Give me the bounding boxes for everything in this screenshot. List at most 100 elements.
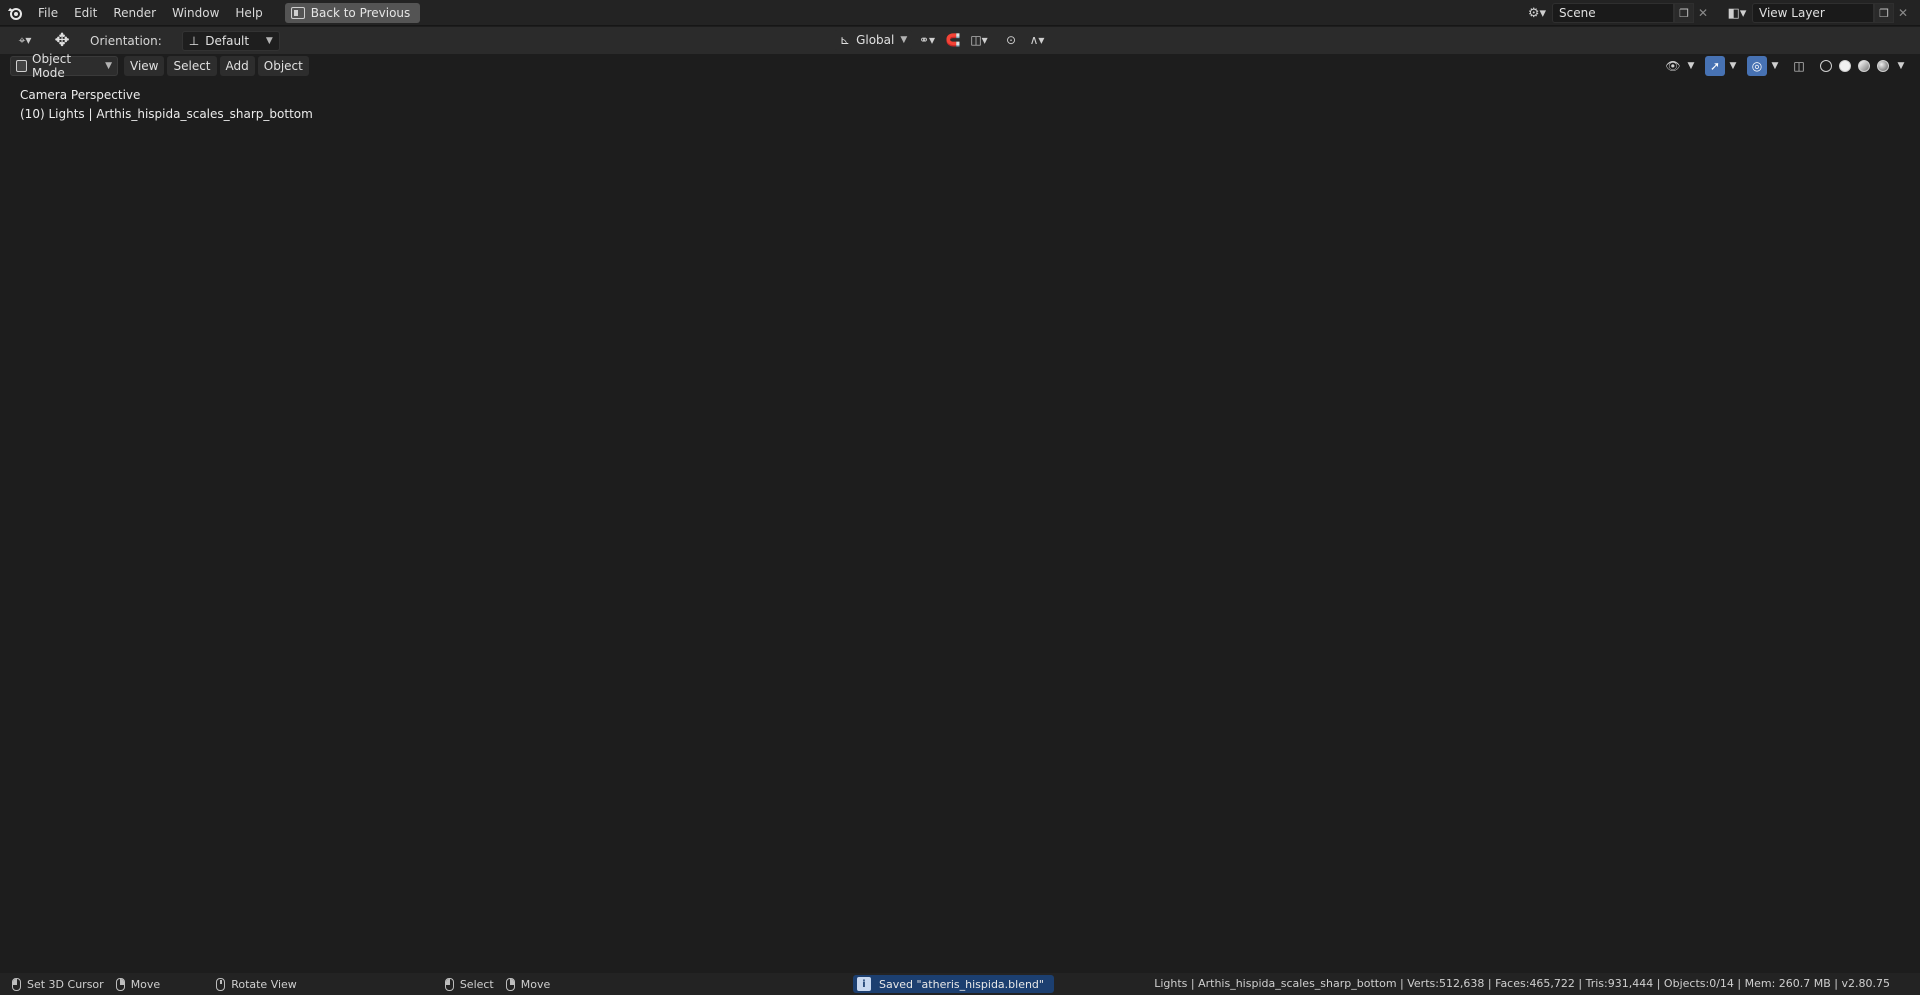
menu-file[interactable]: File (30, 0, 66, 26)
saved-message: Saved "atheris_hispida.blend" (879, 977, 1044, 991)
view-layer-icon[interactable]: ◧▾ (1722, 3, 1752, 23)
blurred-body (0, 382, 882, 941)
overlays-toggle-icon[interactable]: ◎ (1747, 56, 1767, 76)
orientation-label: Orientation: (90, 33, 162, 48)
falloff-icon[interactable]: ∧▾ (1026, 30, 1048, 50)
snap-target-icon[interactable]: ◫▾ (968, 30, 990, 50)
object-mode-dropdown[interactable]: Object Mode ▼ (10, 52, 118, 80)
toolbar-expand-icon[interactable] (5, 95, 11, 105)
viewport-menu-add[interactable]: Add (219, 56, 255, 76)
scene-name-field[interactable]: Scene (1552, 3, 1674, 23)
scene-icon[interactable]: ⚙▾ (1522, 3, 1552, 23)
3d-cursor[interactable] (969, 434, 997, 462)
chevron-down-icon[interactable]: ▼ (1727, 56, 1739, 76)
delete-scene-icon[interactable]: ✕ (1694, 3, 1712, 23)
solid-shading-icon[interactable] (1836, 56, 1854, 76)
x-axis-line-right (1489, 83, 1920, 367)
viewport-display-controls: 👁 ▼ ➚ ▼ ◎ ▼ ◫ ▼ (1663, 56, 1908, 76)
view-layer-selector: ◧▾ View Layer ❐ ✕ (1722, 3, 1912, 23)
viewport-info: Camera Perspective (10) Lights | Arthis_… (20, 86, 313, 124)
light-gizmo[interactable] (898, 354, 1341, 765)
chevron-down-icon[interactable]: ▼ (1685, 56, 1697, 76)
transform-tools: ⊾ Global ▼ ⚭▾ 🧲 ◫▾ ⊙ ∧▾ (834, 30, 1048, 50)
editor-type-icon[interactable]: ⌖▾ (10, 31, 40, 51)
perspective-label: Camera Perspective (20, 88, 141, 102)
info-icon: i (857, 977, 871, 991)
blender-logo-icon[interactable] (0, 0, 30, 26)
scene-statistics: Lights | Arthis_hispida_scales_sharp_bot… (1154, 977, 1890, 990)
mouse-left-icon (12, 977, 21, 991)
hint-select: Select (444, 977, 494, 991)
delete-view-layer-icon[interactable]: ✕ (1894, 3, 1912, 23)
object-origin (1326, 496, 1332, 502)
pivot-point-icon[interactable]: ⚭▾ (916, 30, 938, 50)
floor-grid (0, 73, 1920, 969)
snake-coil (377, 194, 901, 655)
back-to-previous-label: Back to Previous (310, 5, 411, 20)
menu-edit[interactable]: Edit (66, 0, 105, 26)
wireframe-shading-icon[interactable] (1817, 56, 1835, 76)
object-mode-icon (16, 60, 27, 72)
y-axis-line-right (1609, 598, 1920, 645)
proportional-edit-icon[interactable]: ⊙ (1000, 30, 1022, 50)
snake-nostril (1528, 527, 1556, 547)
mouse-middle-icon (216, 977, 226, 991)
mouse-right-icon (505, 977, 515, 991)
orientation-value: Default (205, 33, 250, 48)
top-menu-bar: File Edit Render Window Help Back to Pre… (0, 0, 1920, 26)
viewport-header: Object Mode ▼ View Select Add Object 👁 ▼… (0, 52, 1920, 80)
camera-frame (309, 91, 1799, 933)
xray-toggle-icon[interactable]: ◫ (1789, 56, 1809, 76)
3d-viewport[interactable] (0, 54, 1920, 969)
visibility-eye-icon[interactable]: 👁 (1663, 56, 1683, 76)
light-lines (849, 54, 1571, 969)
move-tool-icon[interactable]: ✥ (50, 30, 74, 51)
y-axis-line (0, 293, 421, 360)
hint-rotate-view: Rotate View (216, 977, 297, 991)
new-scene-icon[interactable]: ❐ (1674, 3, 1694, 23)
scene-selector: ⚙▾ Scene ❐ ✕ (1522, 3, 1712, 23)
x-axis-line (749, 553, 1291, 969)
snap-toggle-icon[interactable]: 🧲 (942, 30, 964, 50)
viewport-menu-object[interactable]: Object (257, 56, 309, 76)
chevron-down-icon: ▼ (265, 35, 273, 46)
status-bar: Set 3D Cursor Move Rotate View Select Mo… (0, 973, 1920, 995)
tool-header: ⌖▾ ✥ Orientation: ⊥ Default ▼ ⊾ Global ▼… (0, 27, 1920, 54)
menu-render[interactable]: Render (105, 0, 164, 26)
sun-lamp[interactable] (1551, 208, 1585, 242)
menu-window[interactable]: Window (164, 0, 227, 26)
hint-label: Rotate View (231, 977, 297, 991)
viewport-menu-select[interactable]: Select (167, 56, 217, 76)
rendered-shading-icon[interactable] (1874, 56, 1892, 76)
snake-eye (1342, 456, 1458, 568)
hint-set-3d-cursor: Set 3D Cursor (12, 977, 104, 991)
hint-move-2: Move (505, 977, 550, 991)
chevron-down-icon: ▼ (105, 61, 112, 71)
transform-space-dropdown[interactable]: ⊾ Global ▼ (834, 30, 912, 50)
chevron-down-icon: ▼ (900, 35, 908, 45)
saved-report[interactable]: i Saved "atheris_hispida.blend" (853, 975, 1054, 993)
chevron-down-icon[interactable]: ▼ (1894, 56, 1908, 76)
menu-help[interactable]: Help (227, 0, 270, 26)
active-object-label: (10) Lights | Arthis_hispida_scales_shar… (20, 107, 313, 121)
object-mode-label: Object Mode (32, 52, 72, 80)
back-to-previous-button[interactable]: Back to Previous (284, 2, 421, 23)
view-layer-name-field[interactable]: View Layer (1752, 3, 1874, 23)
new-view-layer-icon[interactable]: ❐ (1874, 3, 1894, 23)
orientation-axes-icon: ⊥ (188, 33, 200, 48)
snake-neck (830, 390, 1280, 614)
global-axes-icon: ⊾ (840, 33, 851, 47)
hint-label: Set 3D Cursor (27, 977, 104, 991)
screen-icon (290, 6, 305, 19)
gizmo-toggle-icon[interactable]: ➚ (1705, 56, 1725, 76)
viewport-menu-view[interactable]: View (124, 56, 165, 76)
sidebar-expand-icon[interactable] (1907, 95, 1913, 105)
viewport-render (0, 54, 1920, 969)
hint-move: Move (115, 977, 161, 991)
material-preview-shading-icon[interactable] (1855, 56, 1873, 76)
hint-label: Move (130, 977, 161, 991)
orientation-dropdown[interactable]: ⊥ Default ▼ (181, 30, 280, 51)
mouse-left-icon (444, 977, 454, 991)
snake-head (1150, 386, 1615, 661)
chevron-down-icon[interactable]: ▼ (1769, 56, 1781, 76)
